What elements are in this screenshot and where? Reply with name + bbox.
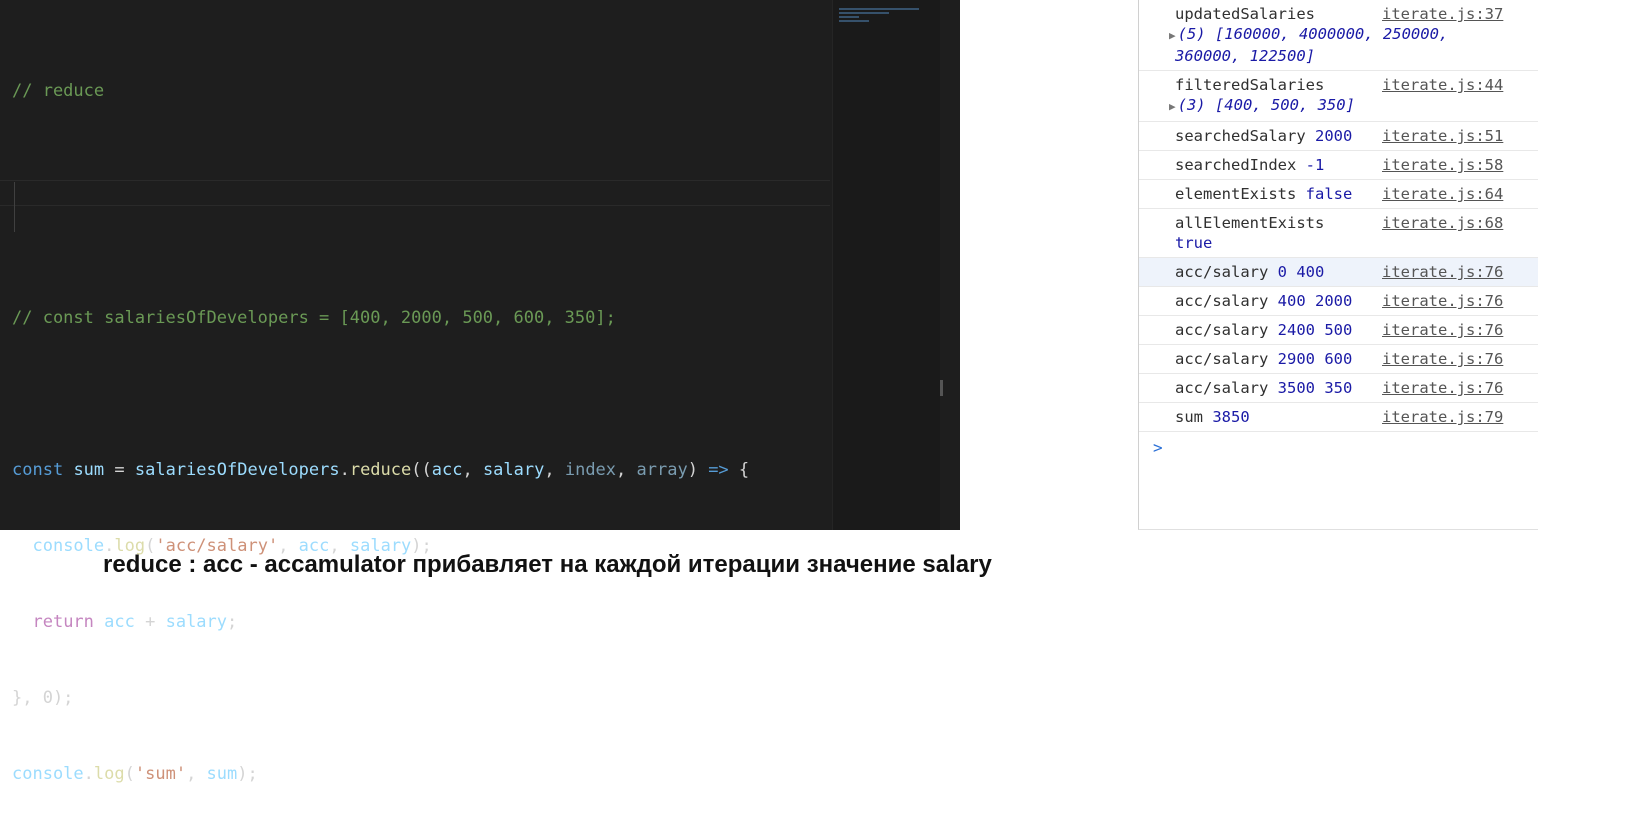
source-link[interactable]: iterate.js:64 bbox=[1382, 184, 1503, 204]
prompt-chevron-icon: > bbox=[1153, 438, 1163, 457]
expand-triangle-icon[interactable]: ▶ bbox=[1169, 100, 1176, 113]
message-text: acc/salary 400 2000 bbox=[1175, 291, 1380, 311]
array-preview[interactable]: ▶ (5) [160000, 4000000, 250000, 360000, 1… bbox=[1169, 24, 1520, 66]
devtools-console[interactable]: updatedSalaries ▶ (5) [160000, 4000000, 25… bbox=[1138, 0, 1538, 530]
minimap[interactable] bbox=[832, 0, 940, 530]
console-message: sum 3850 iterate.js:79 bbox=[1139, 403, 1538, 432]
comment: // const salariesOfDevelopers = [400, 20… bbox=[12, 308, 616, 329]
message-value: 3500 350 bbox=[1277, 379, 1353, 397]
console-message: acc/salary 2900 600 iterate.js:76 bbox=[1139, 345, 1538, 374]
message-value: 0 400 bbox=[1277, 263, 1325, 281]
message-text: allElementExists true bbox=[1175, 213, 1380, 253]
source-link[interactable]: iterate.js:76 bbox=[1382, 320, 1503, 340]
message-text: searchedIndex -1 bbox=[1175, 155, 1380, 175]
code-line: return acc + salary; bbox=[32, 611, 238, 632]
source-link[interactable]: iterate.js:58 bbox=[1382, 155, 1503, 175]
console-prompt[interactable]: > bbox=[1139, 432, 1538, 457]
message-text: acc/salary 2900 600 bbox=[1175, 349, 1380, 369]
source-link[interactable]: iterate.js:51 bbox=[1382, 126, 1503, 146]
message-label: updatedSalaries bbox=[1175, 5, 1315, 23]
code-line: }, 0); bbox=[12, 686, 749, 711]
console-message: searchedIndex -1 iterate.js:58 bbox=[1139, 151, 1538, 180]
caption-text: reduce : acc - accamulator прибавляет на… bbox=[103, 551, 992, 578]
source-link[interactable]: iterate.js:76 bbox=[1382, 262, 1503, 282]
message-label: acc/salary bbox=[1175, 321, 1269, 339]
code-line: console.log('sum', sum); bbox=[12, 763, 258, 784]
console-message: acc/salary 3500 350 iterate.js:76 bbox=[1139, 374, 1538, 403]
message-value: 400 2000 bbox=[1277, 292, 1353, 310]
source-link[interactable]: iterate.js:37 bbox=[1382, 4, 1503, 24]
console-message: updatedSalaries ▶ (5) [160000, 4000000, 25… bbox=[1139, 0, 1538, 71]
code-line: const sum = salariesOfDevelopers.reduce(… bbox=[12, 460, 750, 481]
editor-scrollbar[interactable] bbox=[940, 0, 960, 530]
code-line: // reduce bbox=[12, 79, 749, 104]
message-text: acc/salary 2400 500 bbox=[1175, 320, 1380, 340]
source-link[interactable]: iterate.js:76 bbox=[1382, 349, 1503, 369]
message-text: acc/salary 3500 350 bbox=[1175, 378, 1380, 398]
console-message: acc/salary 400 2000 iterate.js:76 bbox=[1139, 287, 1538, 316]
source-link[interactable]: iterate.js:44 bbox=[1382, 75, 1503, 95]
message-label: acc/salary bbox=[1175, 379, 1269, 397]
message-label: acc/salary bbox=[1175, 350, 1269, 368]
source-link[interactable]: iterate.js:76 bbox=[1382, 291, 1503, 311]
message-value: false bbox=[1305, 185, 1353, 203]
message-text: sum 3850 bbox=[1175, 407, 1380, 427]
console-message: allElementExists true iterate.js:68 bbox=[1139, 209, 1538, 258]
message-value: 2000 bbox=[1315, 127, 1353, 145]
code-line-text: }, 0); bbox=[12, 687, 74, 708]
console-message: acc/salary 2400 500 iterate.js:76 bbox=[1139, 316, 1538, 345]
console-message: filteredSalaries ▶ (3) [400, 500, 350] iter… bbox=[1139, 71, 1538, 122]
message-text: acc/salary 0 400 bbox=[1175, 262, 1380, 282]
message-value: -1 bbox=[1305, 156, 1325, 174]
source-link[interactable]: iterate.js:76 bbox=[1382, 378, 1503, 398]
expand-triangle-icon[interactable]: ▶ bbox=[1169, 29, 1176, 42]
message-label: searchedIndex bbox=[1175, 156, 1297, 174]
code-editor[interactable]: // reduce // const salariesOfDevelopers … bbox=[0, 0, 960, 784]
console-message: searchedSalary 2000 iterate.js:51 bbox=[1139, 122, 1538, 151]
array-preview[interactable]: ▶ (3) [400, 500, 350] bbox=[1169, 95, 1520, 117]
message-label: allElementExists bbox=[1175, 214, 1325, 232]
source-link[interactable]: iterate.js:68 bbox=[1382, 213, 1503, 233]
code-line: // const salariesOfDevelopers = [400, 20… bbox=[12, 306, 749, 331]
message-label: acc/salary bbox=[1175, 263, 1269, 281]
message-value: (3) [400, 500, 350] bbox=[1177, 96, 1355, 114]
message-value: 3850 bbox=[1212, 408, 1250, 426]
message-label: elementExists bbox=[1175, 185, 1297, 203]
code-area[interactable]: // reduce // const salariesOfDevelopers … bbox=[12, 28, 749, 838]
console-message: acc/salary 0 400 iterate.js:76 bbox=[1139, 258, 1538, 287]
comment: // reduce bbox=[12, 80, 105, 101]
message-text: searchedSalary 2000 bbox=[1175, 126, 1380, 146]
source-link[interactable]: iterate.js:79 bbox=[1382, 407, 1503, 427]
console-message: elementExists false iterate.js:64 bbox=[1139, 180, 1538, 209]
message-label: acc/salary bbox=[1175, 292, 1269, 310]
message-label: sum bbox=[1175, 408, 1203, 426]
scrollbar-thumb[interactable] bbox=[940, 380, 943, 396]
message-label: filteredSalaries bbox=[1175, 76, 1325, 94]
message-value: 2900 600 bbox=[1277, 350, 1353, 368]
message-text: elementExists false bbox=[1175, 184, 1380, 204]
message-value: 2400 500 bbox=[1277, 321, 1353, 339]
message-label: searchedSalary bbox=[1175, 127, 1306, 145]
message-value: (5) [160000, 4000000, 250000, 360000, 12… bbox=[1175, 25, 1449, 65]
message-value: true bbox=[1175, 234, 1213, 252]
